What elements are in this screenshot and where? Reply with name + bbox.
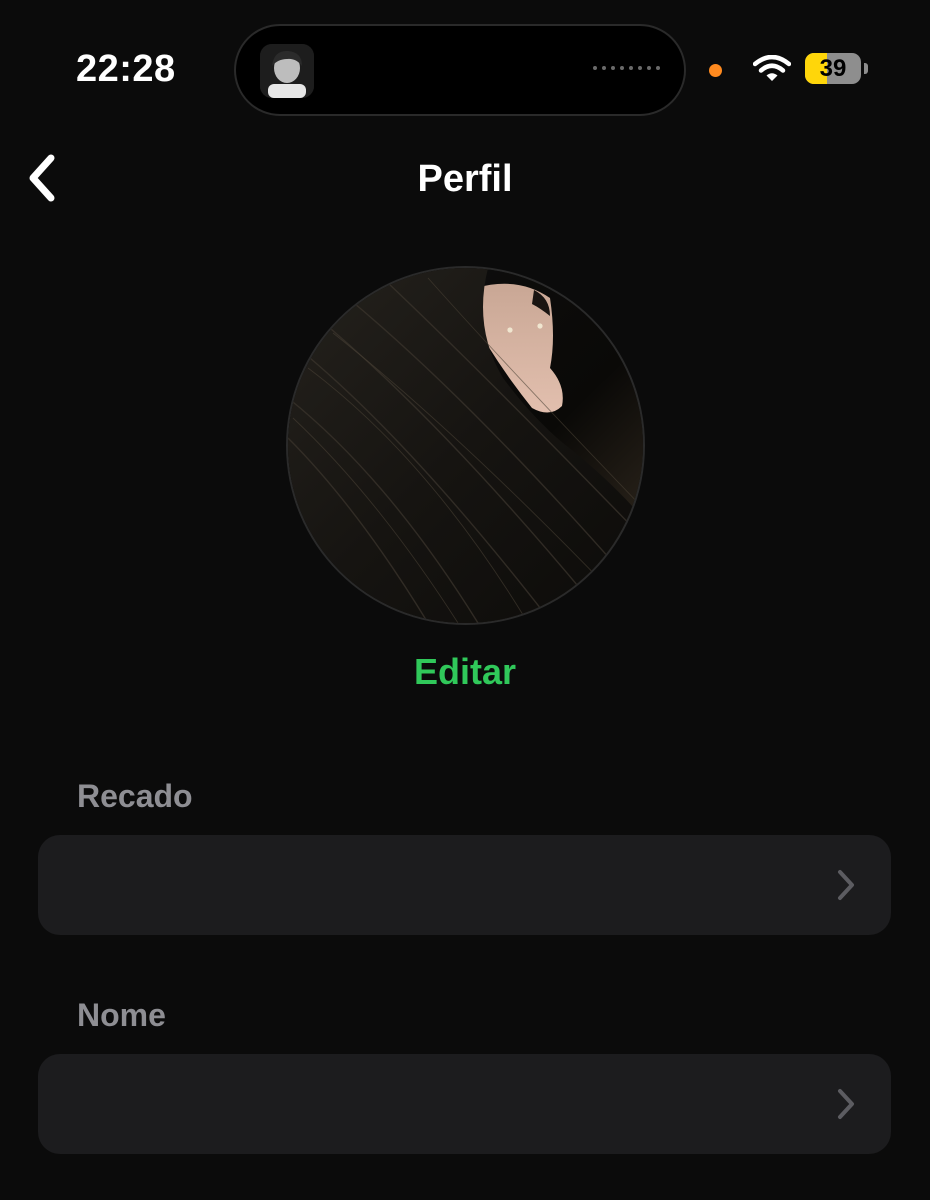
edit-photo-link[interactable]: Editar — [0, 650, 930, 694]
battery-cap — [864, 63, 868, 74]
profile-avatar[interactable] — [288, 268, 643, 623]
page-title: Perfil — [417, 158, 513, 200]
island-waveform-dots — [593, 66, 660, 70]
dynamic-island[interactable] — [234, 24, 686, 116]
battery-icon: 39 — [805, 53, 861, 84]
name-label: Nome — [77, 997, 166, 1033]
mic-privacy-indicator — [709, 64, 722, 77]
status-message-label: Recado — [77, 778, 193, 814]
battery-percent: 39 — [819, 55, 847, 82]
status-time: 22:28 — [76, 48, 176, 90]
name-row[interactable] — [38, 1054, 891, 1154]
chevron-right-icon — [837, 869, 855, 906]
status-message-row[interactable] — [38, 835, 891, 935]
chevron-right-icon — [837, 1088, 855, 1125]
now-playing-thumbnail — [260, 44, 314, 98]
wifi-icon — [752, 54, 792, 88]
